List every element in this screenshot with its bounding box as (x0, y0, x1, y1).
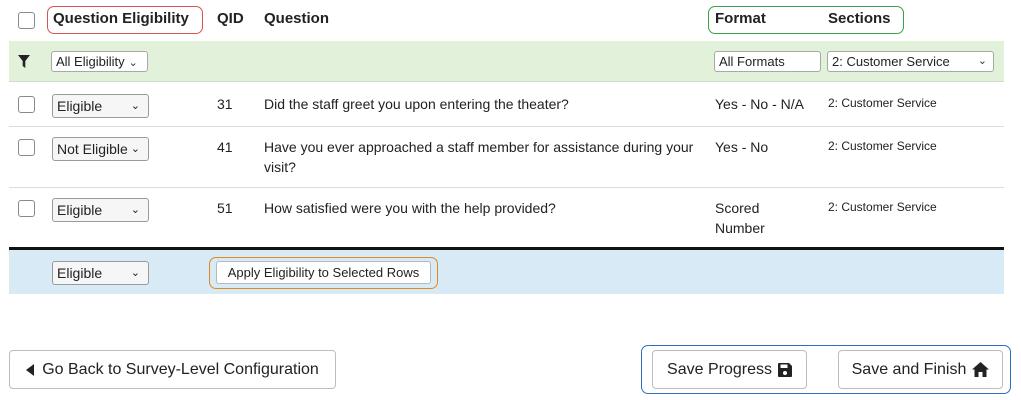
header-sections[interactable]: Sections (828, 10, 891, 27)
sections-filter-value: 2: Customer Service (832, 54, 950, 69)
row-eligibility-select[interactable]: Eligible ⌄ (52, 94, 149, 118)
row-qid: 41 (217, 139, 233, 155)
save-progress-button[interactable]: Save Progress (652, 350, 807, 389)
header-qid[interactable]: QID (217, 10, 244, 27)
floppy-disk-icon (777, 362, 792, 377)
row-checkbox[interactable] (18, 96, 35, 113)
apply-eligibility-label: Apply Eligibility to Selected Rows (227, 265, 420, 280)
chevron-down-icon: ⌄ (130, 204, 140, 216)
row-format: Yes - No (715, 139, 769, 155)
row-question: Have you ever approached a staff member … (264, 139, 694, 175)
sections-filter-select[interactable]: 2: Customer Service ⌄ (827, 51, 994, 72)
row-eligibility-value: Eligible (57, 98, 103, 114)
row-question: Did the staff greet you upon entering th… (264, 96, 569, 112)
row-eligibility-select[interactable]: Eligible ⌄ (52, 198, 149, 222)
row-qid: 51 (217, 200, 233, 216)
row-eligibility-value: Eligible (57, 202, 103, 218)
save-and-finish-button[interactable]: Save and Finish (838, 350, 1003, 389)
select-all-checkbox[interactable] (18, 12, 35, 29)
row-divider (9, 187, 1004, 188)
row-section: 2: Customer Service (828, 96, 937, 110)
caret-left-icon (26, 363, 35, 376)
row-eligibility-select[interactable]: Not Eligible ⌄ (52, 137, 149, 161)
chevron-down-icon: ⌄ (130, 100, 140, 112)
save-and-finish-label: Save and Finish (851, 360, 967, 378)
row-checkbox[interactable] (18, 200, 35, 217)
apply-eligibility-button[interactable]: Apply Eligibility to Selected Rows (216, 261, 431, 284)
format-filter-select[interactable]: All Formats (714, 51, 821, 72)
header-question-eligibility[interactable]: Question Eligibility (53, 10, 189, 27)
go-back-button[interactable]: Go Back to Survey-Level Configuration (9, 350, 336, 389)
bulk-eligibility-value: Eligible (57, 265, 103, 281)
eligibility-filter-select[interactable]: All Eligibility ⌄ (51, 51, 148, 72)
chevron-down-icon: ⌄ (130, 267, 140, 279)
bulk-eligibility-select[interactable]: Eligible ⌄ (52, 261, 149, 285)
home-icon (972, 362, 990, 377)
header-question[interactable]: Question (264, 10, 329, 27)
row-qid: 31 (217, 96, 233, 112)
row-divider (9, 126, 1004, 127)
chevron-down-icon: ⌄ (128, 57, 138, 69)
row-section: 2: Customer Service (828, 139, 937, 153)
row-eligibility-value: Not Eligible (57, 141, 128, 157)
eligibility-filter-value: All Eligibility (56, 54, 125, 69)
row-checkbox[interactable] (18, 139, 35, 156)
chevron-down-icon: ⌄ (977, 55, 987, 67)
funnel-icon[interactable] (18, 55, 30, 68)
row-format: Scored Number (715, 200, 765, 236)
header-format[interactable]: Format (715, 10, 766, 27)
chevron-down-icon: ⌄ (130, 143, 140, 155)
save-progress-label: Save Progress (667, 360, 772, 378)
row-question: How satisfied were you with the help pro… (264, 200, 556, 216)
row-section: 2: Customer Service (828, 200, 937, 214)
row-format: Yes - No - N/A (715, 96, 804, 112)
go-back-label: Go Back to Survey-Level Configuration (42, 360, 319, 378)
bulk-apply-row (9, 250, 1004, 294)
format-filter-value: All Formats (719, 54, 785, 69)
